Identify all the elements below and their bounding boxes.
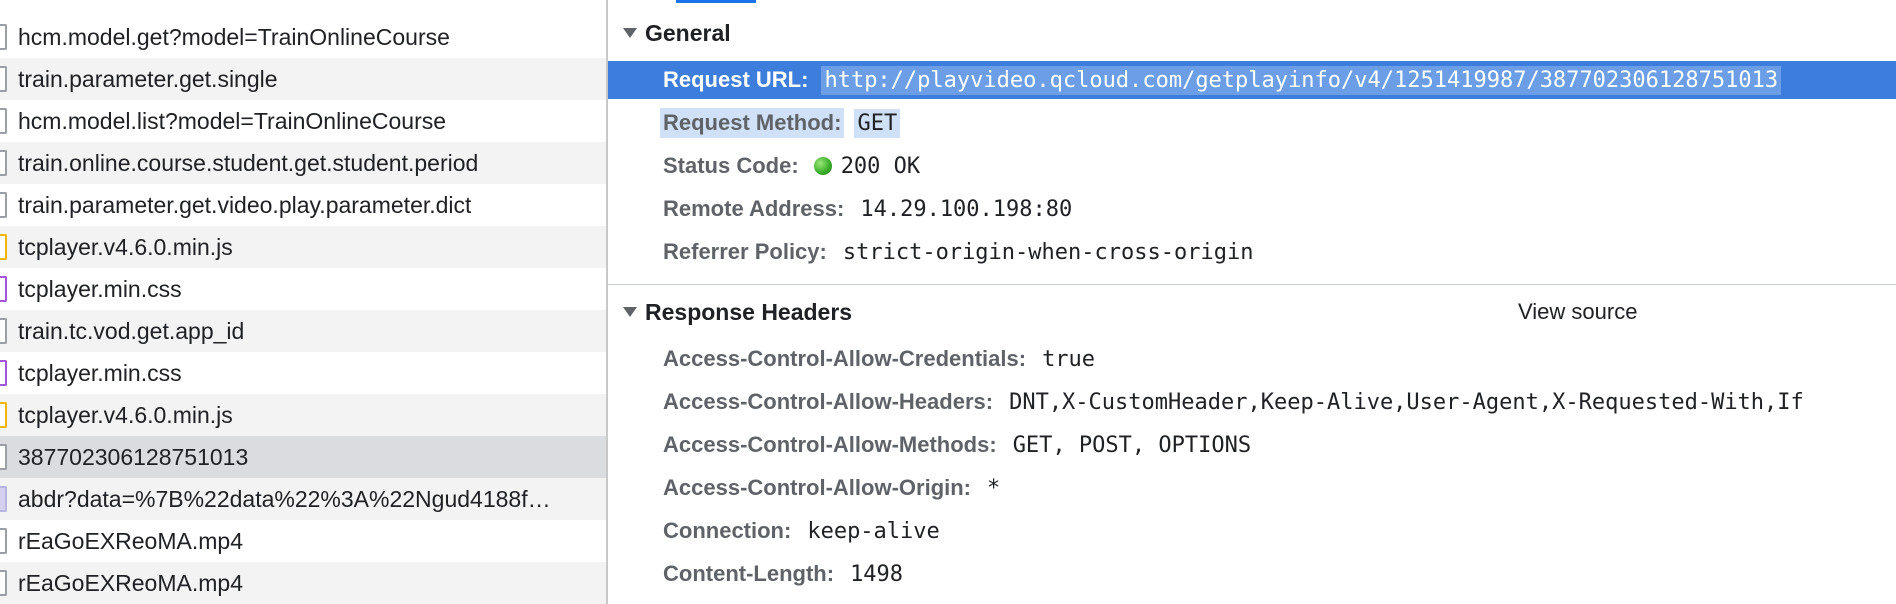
header-value[interactable]: * — [984, 474, 1003, 503]
css-file-icon — [0, 276, 7, 302]
request-name: train.online.course.student.get.student.… — [18, 149, 479, 176]
request-row[interactable]: train.parameter.get.single — [0, 58, 606, 100]
request-url-label: Request URL: — [663, 67, 809, 92]
request-name: hcm.model.get?model=TrainOnlineCourse — [18, 23, 450, 50]
request-name: rEaGoEXReoMA.mp4 — [18, 569, 243, 596]
remote-address-value[interactable]: 14.29.100.198:80 — [857, 195, 1075, 224]
xhr-file-icon — [0, 150, 7, 176]
referrer-policy-row: Referrer Policy: strict-origin-when-cros… — [608, 233, 1896, 271]
remote-address-label: Remote Address: — [663, 196, 845, 221]
triangle-down-icon — [623, 28, 637, 38]
request-name: train.tc.vod.get.app_id — [18, 317, 245, 344]
header-key: Access-Control-Allow-Methods: — [663, 432, 997, 457]
status-code-row: Status Code: 200 OK — [608, 147, 1896, 185]
status-ok-icon — [813, 157, 832, 175]
request-row[interactable]: rEaGoEXReoMA.mp4 — [0, 520, 606, 562]
general-section-header[interactable]: General — [608, 15, 1896, 51]
request-list: hcm.model.get?model=TrainOnlineCourse tra… — [0, 0, 606, 604]
request-row[interactable]: hcm.model.get?model=TrainOnlineCourse — [0, 16, 606, 58]
response-header-row: Content-Length: 1498 — [608, 555, 1896, 593]
media-file-icon — [0, 570, 7, 596]
general-section-title: General — [645, 19, 731, 46]
request-row[interactable]: tcplayer.min.css — [0, 268, 606, 310]
referrer-policy-value[interactable]: strict-origin-when-cross-origin — [840, 238, 1257, 267]
response-header-row: Access-Control-Allow-Methods: GET, POST, … — [608, 426, 1896, 464]
media-file-icon — [0, 528, 7, 554]
request-row[interactable]: 387702306128751013 — [0, 436, 606, 478]
request-row[interactable]: hcm.model.list?model=TrainOnlineCourse — [0, 100, 606, 142]
request-name: tcplayer.min.css — [18, 359, 182, 386]
referrer-policy-label: Referrer Policy: — [663, 239, 827, 264]
request-name: abdr?data=%7B%22data%22%3A%22Ngud4188f… — [18, 485, 551, 512]
header-key: Access-Control-Allow-Origin: — [663, 475, 972, 500]
request-url-value[interactable]: http://playvideo.qcloud.com/getplayinfo/… — [821, 65, 1782, 95]
js-file-icon — [0, 402, 7, 428]
request-name: train.parameter.get.single — [18, 65, 278, 92]
xhr-file-icon — [0, 318, 7, 344]
headers-panel: General Request URL: http://playvideo.qc… — [608, 0, 1896, 604]
triangle-down-icon — [623, 307, 637, 317]
header-key: Connection: — [663, 518, 792, 543]
js-file-icon — [0, 234, 7, 260]
request-name: tcplayer.min.css — [18, 275, 182, 302]
header-key: Access-Control-Allow-Credentials: — [663, 346, 1027, 371]
xhr-file-icon — [0, 66, 7, 92]
remote-address-row: Remote Address: 14.29.100.198:80 — [608, 190, 1896, 228]
response-headers-section-header[interactable]: Response Headers View source — [608, 294, 1896, 330]
view-source-link[interactable]: View source — [1518, 299, 1637, 325]
request-name: train.parameter.get.video.play.parameter… — [18, 191, 472, 218]
xhr-file-icon — [0, 24, 7, 50]
img-file-icon — [0, 486, 7, 512]
request-row[interactable]: train.tc.vod.get.app_id — [0, 310, 606, 352]
status-code-value[interactable]: 200 OK — [838, 152, 923, 181]
request-name: tcplayer.v4.6.0.min.js — [18, 233, 233, 260]
response-header-row: Access-Control-Allow-Headers: DNT,X-Custo… — [608, 383, 1896, 421]
request-name: rEaGoEXReoMA.mp4 — [18, 527, 243, 554]
request-row[interactable]: train.parameter.get.video.play.parameter… — [0, 184, 606, 226]
header-value[interactable]: true — [1039, 345, 1098, 374]
xhr-file-icon — [0, 108, 7, 134]
xhr-file-icon — [0, 444, 7, 470]
headers-tab-indicator — [676, 0, 756, 3]
request-name: hcm.model.list?model=TrainOnlineCourse — [18, 107, 447, 134]
header-key: Access-Control-Allow-Headers: — [663, 389, 994, 414]
request-row[interactable]: rEaGoEXReoMA.mp4 — [0, 562, 606, 604]
request-method-value[interactable]: GET — [854, 108, 901, 138]
devtools-network-panel: hcm.model.get?model=TrainOnlineCourse tra… — [0, 0, 1896, 604]
xhr-file-icon — [0, 192, 7, 218]
response-header-row: Access-Control-Allow-Origin: * — [608, 469, 1896, 507]
header-value[interactable]: DNT,X-CustomHeader,Keep-Alive,User-Agent… — [1006, 388, 1807, 417]
section-divider — [608, 284, 1896, 285]
status-code-label: Status Code: — [663, 153, 799, 178]
request-method-row: Request Method: GET — [608, 104, 1896, 142]
request-row[interactable]: abdr?data=%7B%22data%22%3A%22Ngud4188f… — [0, 478, 606, 520]
request-method-label: Request Method: — [660, 108, 845, 138]
request-row[interactable]: tcplayer.v4.6.0.min.js — [0, 394, 606, 436]
request-name: 387702306128751013 — [18, 443, 249, 470]
request-row[interactable]: tcplayer.min.css — [0, 352, 606, 394]
response-header-row: Connection: keep-alive — [608, 512, 1896, 550]
request-name: tcplayer.v4.6.0.min.js — [18, 401, 233, 428]
request-row[interactable]: tcplayer.v4.6.0.min.js — [0, 226, 606, 268]
header-value[interactable]: GET, POST, OPTIONS — [1010, 431, 1254, 460]
request-url-row[interactable]: Request URL: http://playvideo.qcloud.com… — [608, 61, 1896, 99]
response-header-row: Access-Control-Allow-Credentials: true — [608, 340, 1896, 378]
header-value[interactable]: keep-alive — [804, 517, 942, 546]
header-value[interactable]: 1498 — [847, 560, 906, 589]
header-key: Content-Length: — [663, 561, 835, 586]
css-file-icon — [0, 360, 7, 386]
request-row[interactable]: train.online.course.student.get.student.… — [0, 142, 606, 184]
response-headers-section-title: Response Headers — [645, 298, 853, 325]
clipped-row — [0, 0, 606, 6]
